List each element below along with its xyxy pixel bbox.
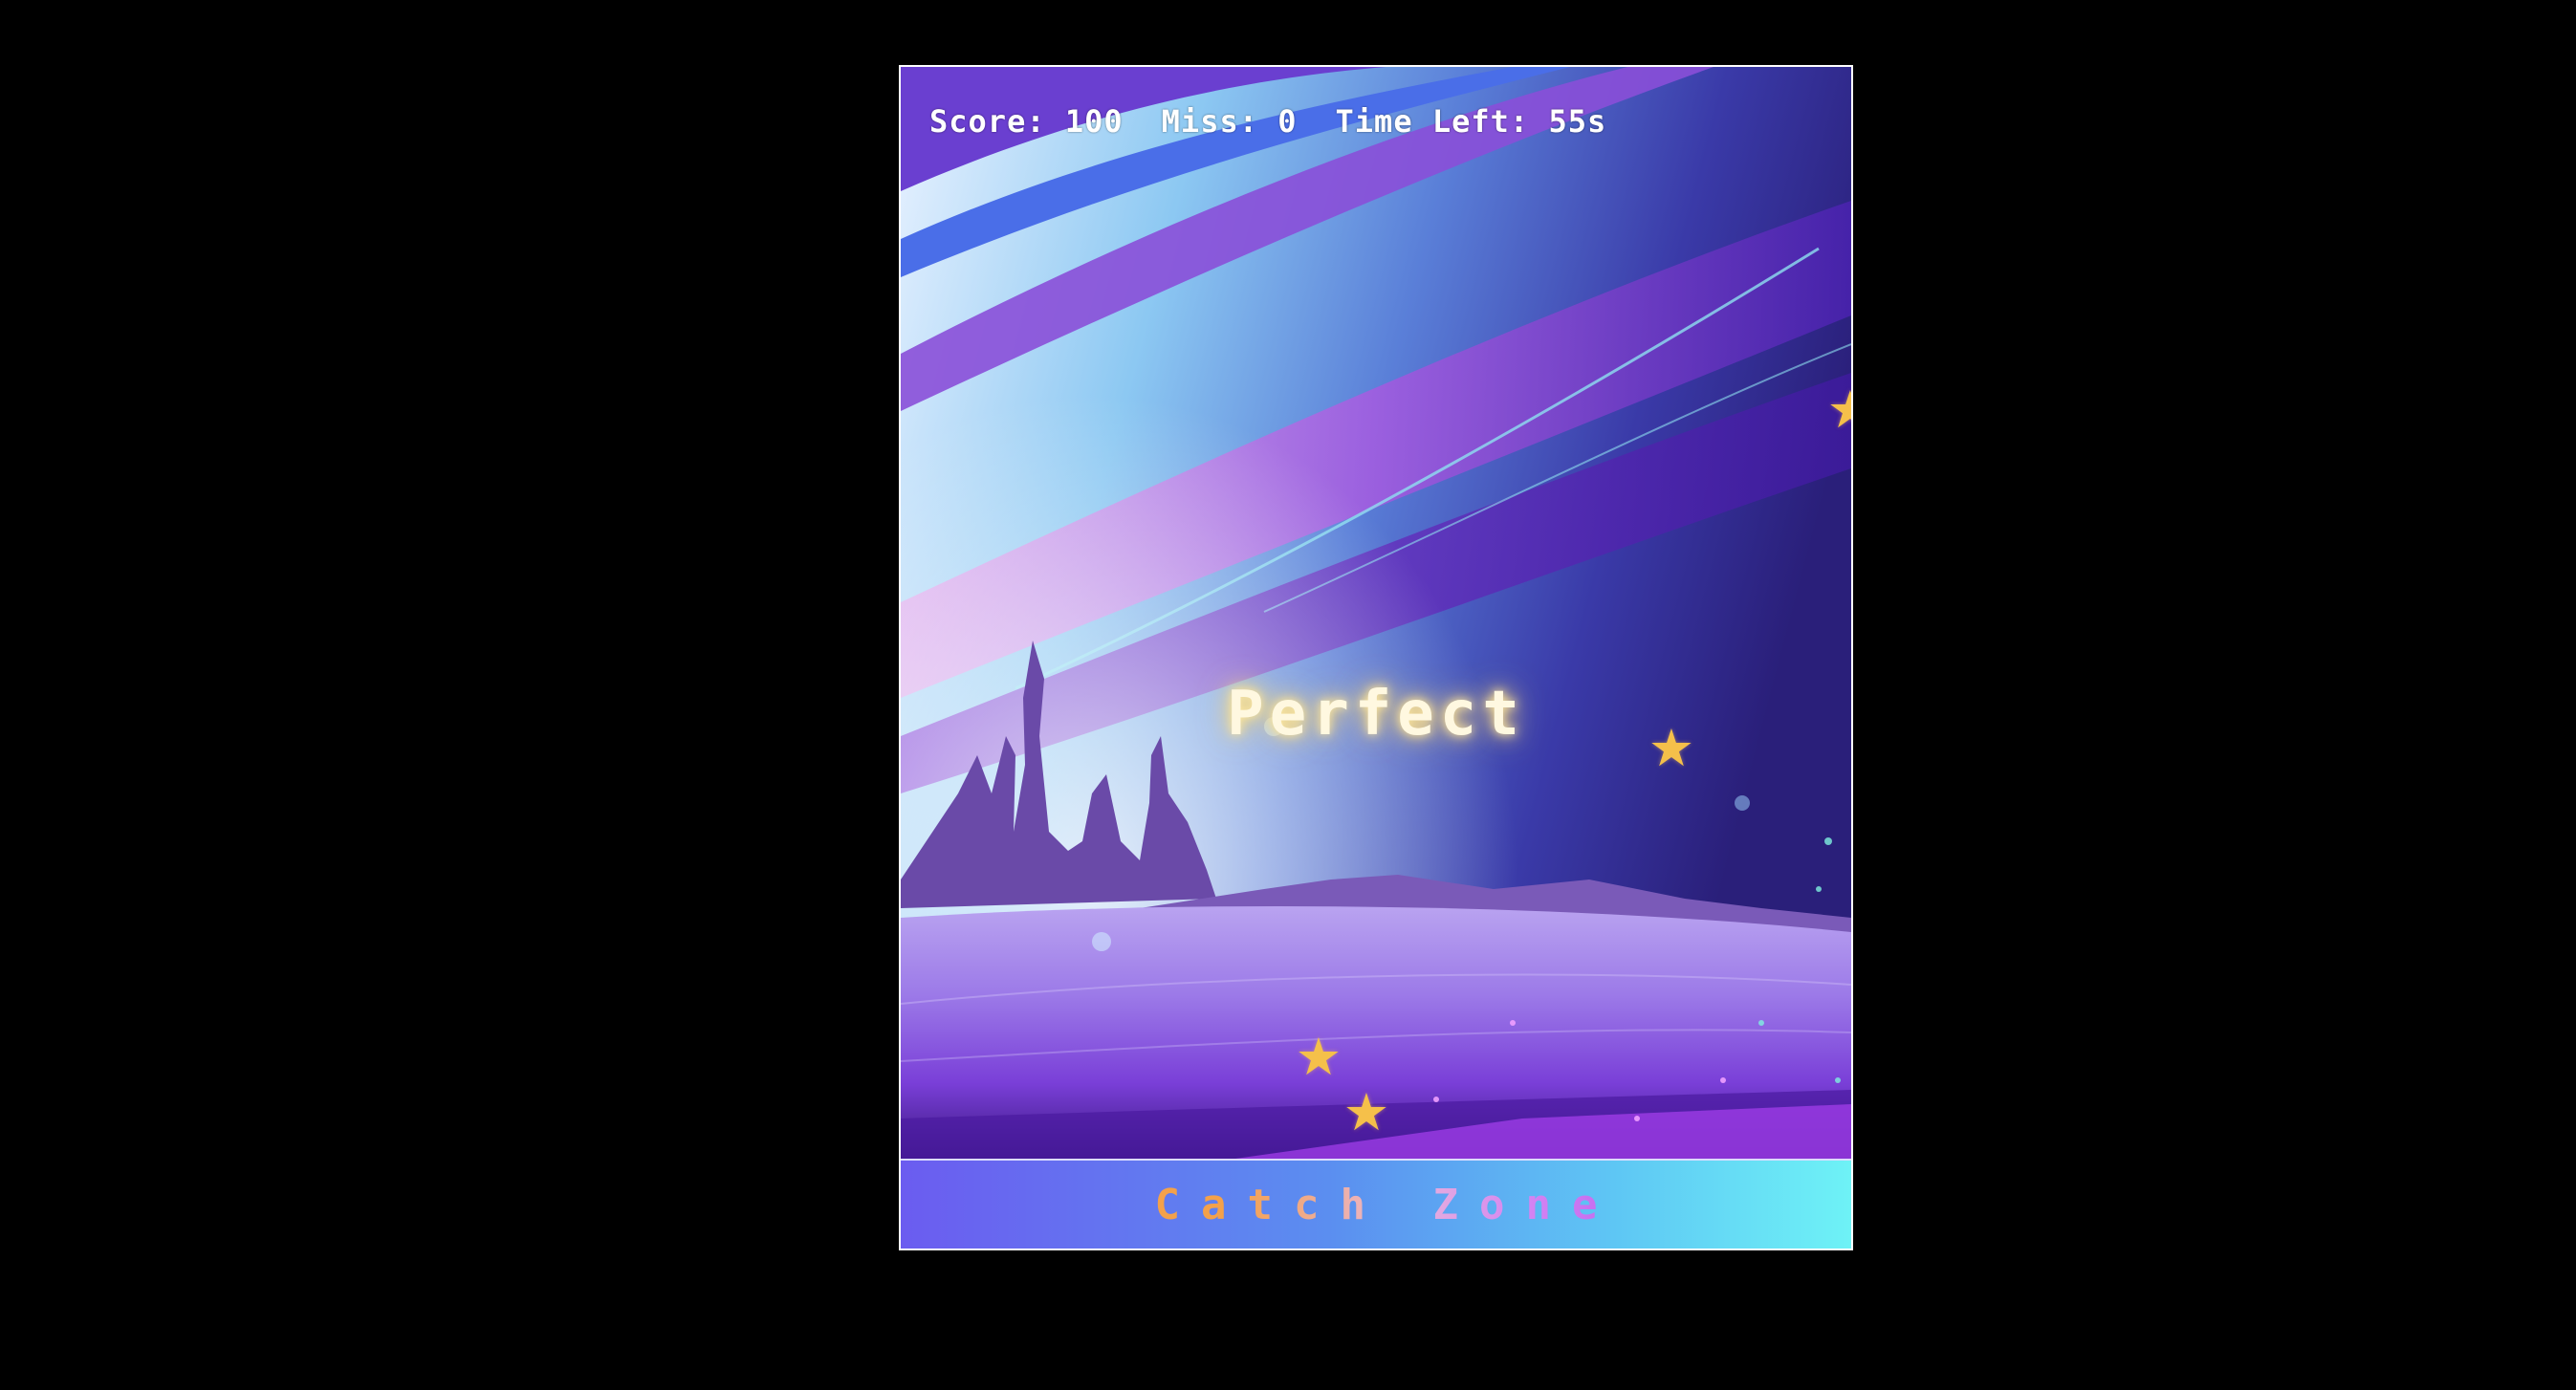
timer-display: Time Left: 55s — [1336, 103, 1607, 140]
miss-label: Miss: — [1161, 103, 1258, 140]
score-value: 100 — [1064, 103, 1124, 140]
hud-bar: Score: 100 Miss: 0 Time Left: 55s — [929, 98, 1606, 145]
score-label: Score: — [929, 103, 1046, 140]
falling-star-icon[interactable]: ★ — [1824, 384, 1851, 436]
miss-value: 0 — [1277, 103, 1298, 140]
miss-display: Miss: 0 — [1162, 103, 1298, 140]
catch-zone[interactable]: Catch Zone — [901, 1159, 1851, 1249]
space-background — [901, 67, 1851, 1159]
time-label: Time Left: — [1335, 103, 1530, 140]
catch-zone-label: Catch Zone — [1134, 1181, 1619, 1229]
falling-star-icon[interactable]: ★ — [1341, 1087, 1392, 1139]
falling-star-icon[interactable]: ★ — [1293, 1032, 1344, 1083]
falling-star-icon[interactable]: ★ — [1646, 723, 1697, 774]
feedback-message: Perfect — [1227, 679, 1525, 749]
play-area[interactable]: Score: 100 Miss: 0 Time Left: 55s Perfec… — [901, 67, 1851, 1159]
game-frame: Score: 100 Miss: 0 Time Left: 55s Perfec… — [899, 65, 1853, 1250]
score-display: Score: 100 — [929, 103, 1124, 140]
time-value: 55s — [1548, 103, 1607, 140]
